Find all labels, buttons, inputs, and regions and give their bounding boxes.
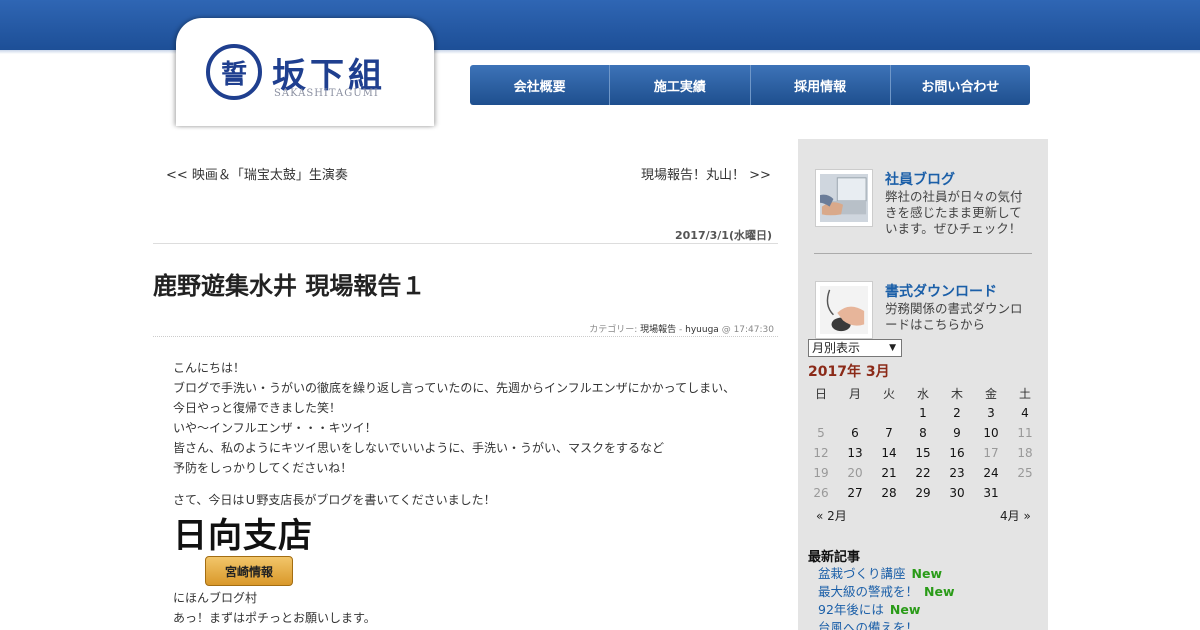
calendar-day[interactable]: 2 (940, 403, 974, 423)
post-date: 2017/3/1(水曜日) (674, 229, 772, 242)
calendar-day[interactable]: 13 (838, 443, 872, 463)
calendar-day[interactable]: 14 (872, 443, 906, 463)
calendar-day[interactable]: 1 (906, 403, 940, 423)
blog-banner-title[interactable]: 日向支店 (173, 516, 773, 556)
calendar-day[interactable]: 21 (872, 463, 906, 483)
weekday-header: 木 (950, 386, 963, 401)
calendar-day[interactable]: 6 (838, 423, 872, 443)
main-nav: 会社概要 施工実績 採用情報 お問い合わせ (470, 65, 1030, 105)
weekday-header: 日 (814, 386, 827, 401)
nav-item-recruit[interactable]: 採用情報 (751, 65, 891, 105)
calendar-day[interactable]: 10 (974, 423, 1008, 443)
nav-item-company[interactable]: 会社概要 (470, 65, 611, 105)
logo-mark-icon[interactable]: 誓 (206, 44, 262, 100)
new-badge: New (911, 566, 943, 581)
recent-posts-list: 盆栽づくり講座 New 最大級の警戒を！ New 92年後には New 台風への備えを… (818, 565, 955, 630)
calendar-day: 25 (1017, 466, 1033, 480)
prev-post-link[interactable]: << 映画＆「瑞宝太鼓」生演奏 (166, 164, 348, 183)
divider (153, 336, 778, 337)
promo-title[interactable]: 社員ブログ (885, 169, 955, 189)
divider (153, 243, 778, 244)
calendar-day[interactable]: 29 (906, 483, 940, 503)
nav-item-contact[interactable]: お問い合わせ (891, 65, 1030, 105)
logo-subtitle: SAKASHITAGUMI (274, 88, 379, 99)
archive-month-select[interactable]: 月別表示 ▼ (808, 339, 902, 357)
body-line: いや～インフルエンザ・・・キツイ！ (173, 421, 377, 435)
calendar-day (1008, 483, 1042, 503)
calendar-caption: 2017年 3月 (808, 364, 890, 380)
post-meta: カテゴリー: 現場報告 - hyuuga @ 17:47:30 (500, 322, 774, 335)
weekday-header: 金 (984, 386, 997, 401)
divider (814, 253, 1032, 254)
body-line: ブログで手洗い・うがいの徹底を繰り返し言っていたのに、先週からインフルエンザにか… (173, 381, 736, 395)
calendar-day[interactable]: 15 (906, 443, 940, 463)
recent-posts-title: 最新記事 (808, 550, 861, 565)
calendar-day[interactable]: 24 (974, 463, 1008, 483)
next-post-link[interactable]: 現場報告！丸山！ >> (641, 164, 771, 183)
blogmura-badge[interactable]: 宮崎情報 (205, 556, 293, 586)
post-body: こんにちは！ ブログで手洗い・うがいの徹底を繰り返し言っていたのに、先週からイン… (173, 358, 773, 628)
meta-category-label: カテゴリー: (589, 325, 638, 335)
calendar-day[interactable]: 9 (940, 423, 974, 443)
body-line: こんにちは！ (173, 361, 246, 375)
calendar-day (872, 403, 906, 423)
calendar-next-link[interactable]: 4月 » (1000, 507, 1031, 524)
new-badge: New (889, 602, 921, 617)
nav-item-works[interactable]: 施工実績 (610, 65, 751, 105)
calendar-day[interactable]: 30 (940, 483, 974, 503)
recent-post-item[interactable]: 最大級の警戒を！ New (818, 583, 955, 601)
body-line: さて、今日はＵ野支店長がブログを書いてくださいました！ (173, 493, 496, 507)
calendar-day[interactable]: 23 (940, 463, 974, 483)
calendar: 日 月 火 水 木 金 土 1 2 3 4 5 6 7 8 9 10 11 12 13 14 15 16 17 1… (804, 383, 1042, 503)
body-line: 今日やっと復帰できました笑！ (173, 401, 342, 415)
calendar-day[interactable]: 16 (940, 443, 974, 463)
promo-desc: 弊社の社員が日々の気付きを感じたまま更新しています。ぜひチェック！ (885, 189, 1023, 236)
laptop-typing-icon[interactable] (815, 169, 873, 227)
calendar-prev-link[interactable]: « 2月 (816, 507, 847, 524)
calendar-day: 18 (1017, 446, 1033, 460)
calendar-day: 17 (983, 446, 999, 460)
new-badge: New (924, 584, 955, 599)
dropdown-arrow-icon: ▼ (889, 343, 896, 353)
calendar-day[interactable]: 31 (974, 483, 1008, 503)
body-line: あっ！まずはポチっとお願いします。 (173, 611, 376, 625)
calendar-day: 12 (813, 446, 829, 460)
blogmura-caption[interactable]: にほんブログ村 (173, 588, 773, 608)
recent-post-item[interactable]: 台風への備えを！ (818, 619, 955, 630)
recent-post-item[interactable]: 盆栽づくり講座 New (818, 565, 955, 583)
calendar-day: 26 (813, 486, 829, 500)
calendar-day (804, 403, 838, 423)
mouse-hand-icon[interactable] (815, 281, 873, 339)
body-line: 皆さん、私のようにキツイ思いをしないでいいように、手洗い・うがい、マスクをするな… (173, 441, 665, 455)
meta-author[interactable]: hyuuga (685, 325, 719, 335)
meta-separator: - (679, 325, 683, 335)
calendar-day[interactable]: 22 (906, 463, 940, 483)
calendar-day[interactable]: 3 (974, 403, 1008, 423)
calendar-day: 20 (847, 466, 863, 480)
calendar-day: 19 (813, 466, 829, 480)
weekday-header: 土 (1018, 386, 1031, 401)
calendar-day: 11 (1017, 426, 1033, 440)
calendar-day: 5 (817, 426, 825, 440)
calendar-day[interactable]: 27 (838, 483, 872, 503)
promo-desc: 労務関係の書式ダウンロードはこちらから (885, 301, 1023, 332)
calendar-day[interactable]: 8 (906, 423, 940, 443)
calendar-day (838, 403, 872, 423)
calendar-day[interactable]: 7 (872, 423, 906, 443)
body-line: 予防をしっかりしてくださいね！ (173, 461, 353, 475)
promo-title[interactable]: 書式ダウンロード (885, 281, 997, 301)
meta-category-link[interactable]: 現場報告 (640, 325, 676, 335)
meta-time: @ 17:47:30 (721, 325, 774, 335)
calendar-day[interactable]: 28 (872, 483, 906, 503)
weekday-header: 水 (916, 386, 929, 401)
calendar-day[interactable]: 4 (1008, 403, 1042, 423)
post-title: 鹿野遊集水井 現場報告１ (153, 272, 426, 300)
recent-post-item[interactable]: 92年後には New (818, 601, 955, 619)
weekday-header: 月 (848, 386, 861, 401)
weekday-header: 火 (882, 386, 895, 401)
